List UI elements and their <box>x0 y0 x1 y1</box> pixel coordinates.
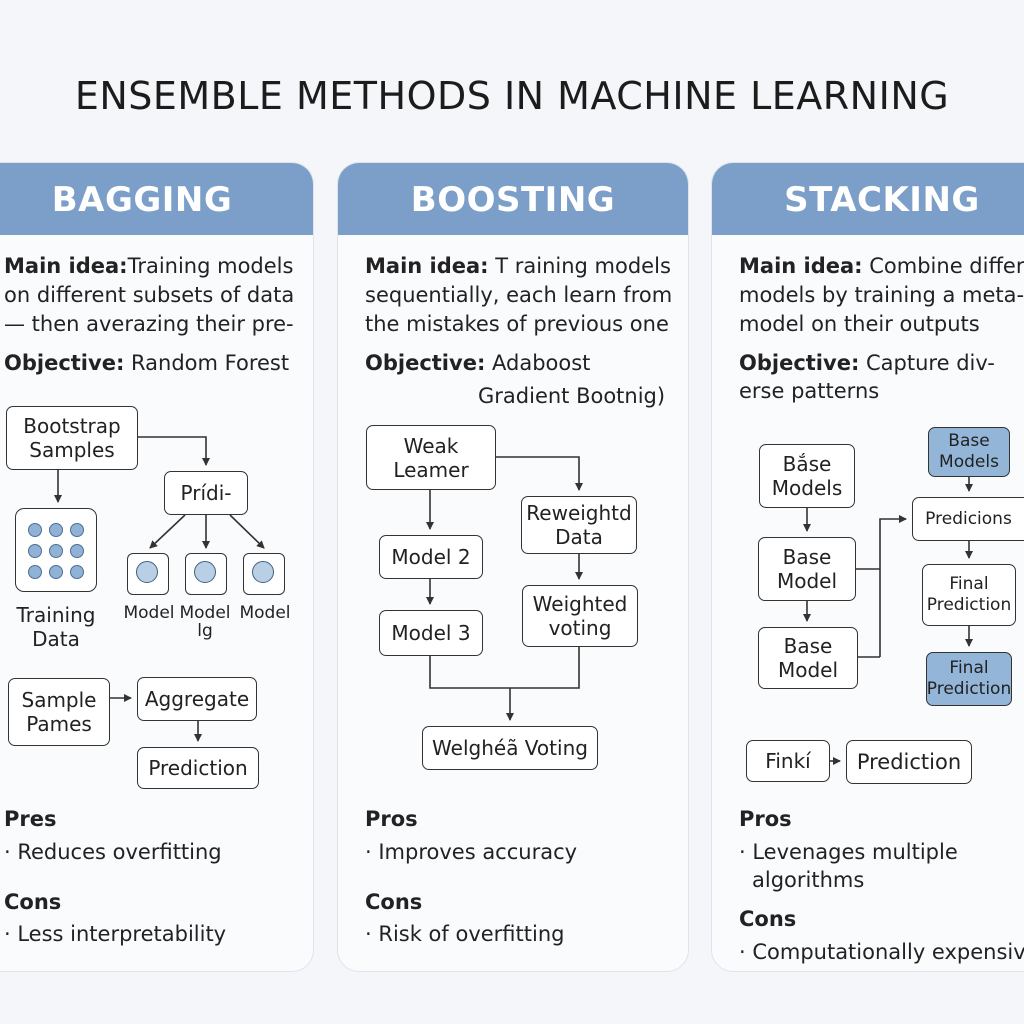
bagging-main-idea-label: Main idea: <box>4 254 128 278</box>
reweighted-data-box: Reweightd Data <box>521 496 637 554</box>
weak-learner-box: Weak Leamer <box>366 425 496 490</box>
bagging-pros-label: Pres <box>4 807 57 831</box>
sample-pames-box: Sample Pames <box>8 678 110 746</box>
weighted-voting-box: Weighted voting <box>522 585 638 647</box>
page-title: ENSEMBLE METHODS IN MACHINE LEARNING <box>74 74 950 118</box>
model-2-label: Model lg <box>179 603 231 641</box>
stacking-cons-item: · Computationally expensive <box>739 940 1024 964</box>
bagging-main-idea-line-2: on different subsets of data <box>4 283 295 307</box>
predicions-box: Predicions <box>912 497 1024 541</box>
training-data-icon <box>15 508 97 592</box>
base-model-2-box: Base Model <box>758 627 858 689</box>
stacking-pros-item-line-1: · Levenages multiple <box>739 840 958 864</box>
boosting-main-idea-line-3: the mistakes of previous one <box>365 312 669 336</box>
stacking-main-idea-line-1: Combine differen <box>869 254 1024 278</box>
bagging-cons-label: Cons <box>4 890 62 914</box>
base-models-top-box: Bắse Models <box>759 444 855 508</box>
base-models-blue-box: Base Models <box>928 427 1010 477</box>
training-data-label: Training Data <box>16 603 96 651</box>
bagging-main-idea-line-3: — then averazing their pre- <box>4 312 294 336</box>
stacking-main-idea-line-2: models by training a meta- <box>739 283 1024 307</box>
bagging-objective-text: Random Forest <box>131 351 290 375</box>
bagging-pros-item: · Reduces overfitting <box>4 840 222 864</box>
stacking-main-idea-label: Main idea: <box>739 254 863 278</box>
finki-box: Finkí <box>746 740 830 782</box>
model-3-label: Model <box>239 603 291 623</box>
welghed-voting-box: Welghéã Voting <box>422 726 598 770</box>
model-3-icon <box>243 553 285 595</box>
boosting-main-idea: Main idea: T raining models <box>365 252 671 281</box>
stacking-prediction-box: Prediction <box>846 740 972 784</box>
model-3-box: Model 3 <box>379 610 483 656</box>
base-model-1-box: Base Model <box>758 537 856 601</box>
bagging-objective-label: Objective: <box>4 351 125 375</box>
bagging-objective: Objective: Random Forest <box>4 349 289 378</box>
stacking-main-idea: Main idea: Combine differen <box>739 252 1024 281</box>
boosting-header: BOOSTING <box>338 163 688 235</box>
boosting-cons-label: Cons <box>365 890 423 914</box>
bagging-header: BAGGING <box>0 163 313 235</box>
boosting-main-idea-line-1: T raining models <box>488 254 671 278</box>
stacking-pros-label: Pros <box>739 807 792 831</box>
bagging-prediction-box: Prediction <box>137 747 259 789</box>
model-1-icon <box>127 553 169 595</box>
bagging-main-idea: Main idea:Training models <box>4 252 293 281</box>
model-1-label: Model <box>123 603 175 623</box>
stacking-objective-line-2: erse patterns <box>739 379 880 403</box>
boosting-pros-item: · Improves accuracy <box>365 840 578 864</box>
boosting-objective-label: Objective: <box>365 351 486 375</box>
aggregate-box: Aggregate <box>137 677 257 721</box>
final-prediction-blue-box: Final Prediction <box>926 652 1012 706</box>
stacking-pros-item-line-2: algorithms <box>752 868 865 892</box>
boosting-objective-text: Adaboost <box>485 351 591 375</box>
boosting-pros-label: Pros <box>365 807 418 831</box>
stacking-header: STACKING <box>712 163 1024 235</box>
model-2-icon <box>185 553 227 595</box>
boosting-cons-item: · Risk of overfitting <box>365 922 565 946</box>
boosting-main-idea-label: Main idea: <box>365 254 489 278</box>
bootstrap-samples-box: Bootstrap Samples <box>6 406 138 470</box>
bagging-main-idea-line-1: Training models <box>127 254 294 278</box>
stacking-main-idea-line-3: model on their outputs <box>739 312 980 336</box>
stacking-objective-label: Objective: <box>739 351 860 375</box>
model-2-box: Model 2 <box>379 535 483 579</box>
stacking-objective: Objective: Capture div- <box>739 349 995 378</box>
stacking-objective-text: Capture div- <box>859 351 995 375</box>
boosting-main-idea-line-2: sequentially, each learn from <box>365 283 673 307</box>
bagging-cons-item: · Less interpretability <box>4 922 227 946</box>
final-prediction-box: Final Prediction <box>922 564 1016 626</box>
pridi-box: Prídi- <box>164 471 248 515</box>
boosting-objective-line-2: Gradient Bootnig) <box>478 384 666 408</box>
stacking-cons-label: Cons <box>739 907 797 931</box>
boosting-objective: Objective: Adaboost <box>365 349 590 378</box>
